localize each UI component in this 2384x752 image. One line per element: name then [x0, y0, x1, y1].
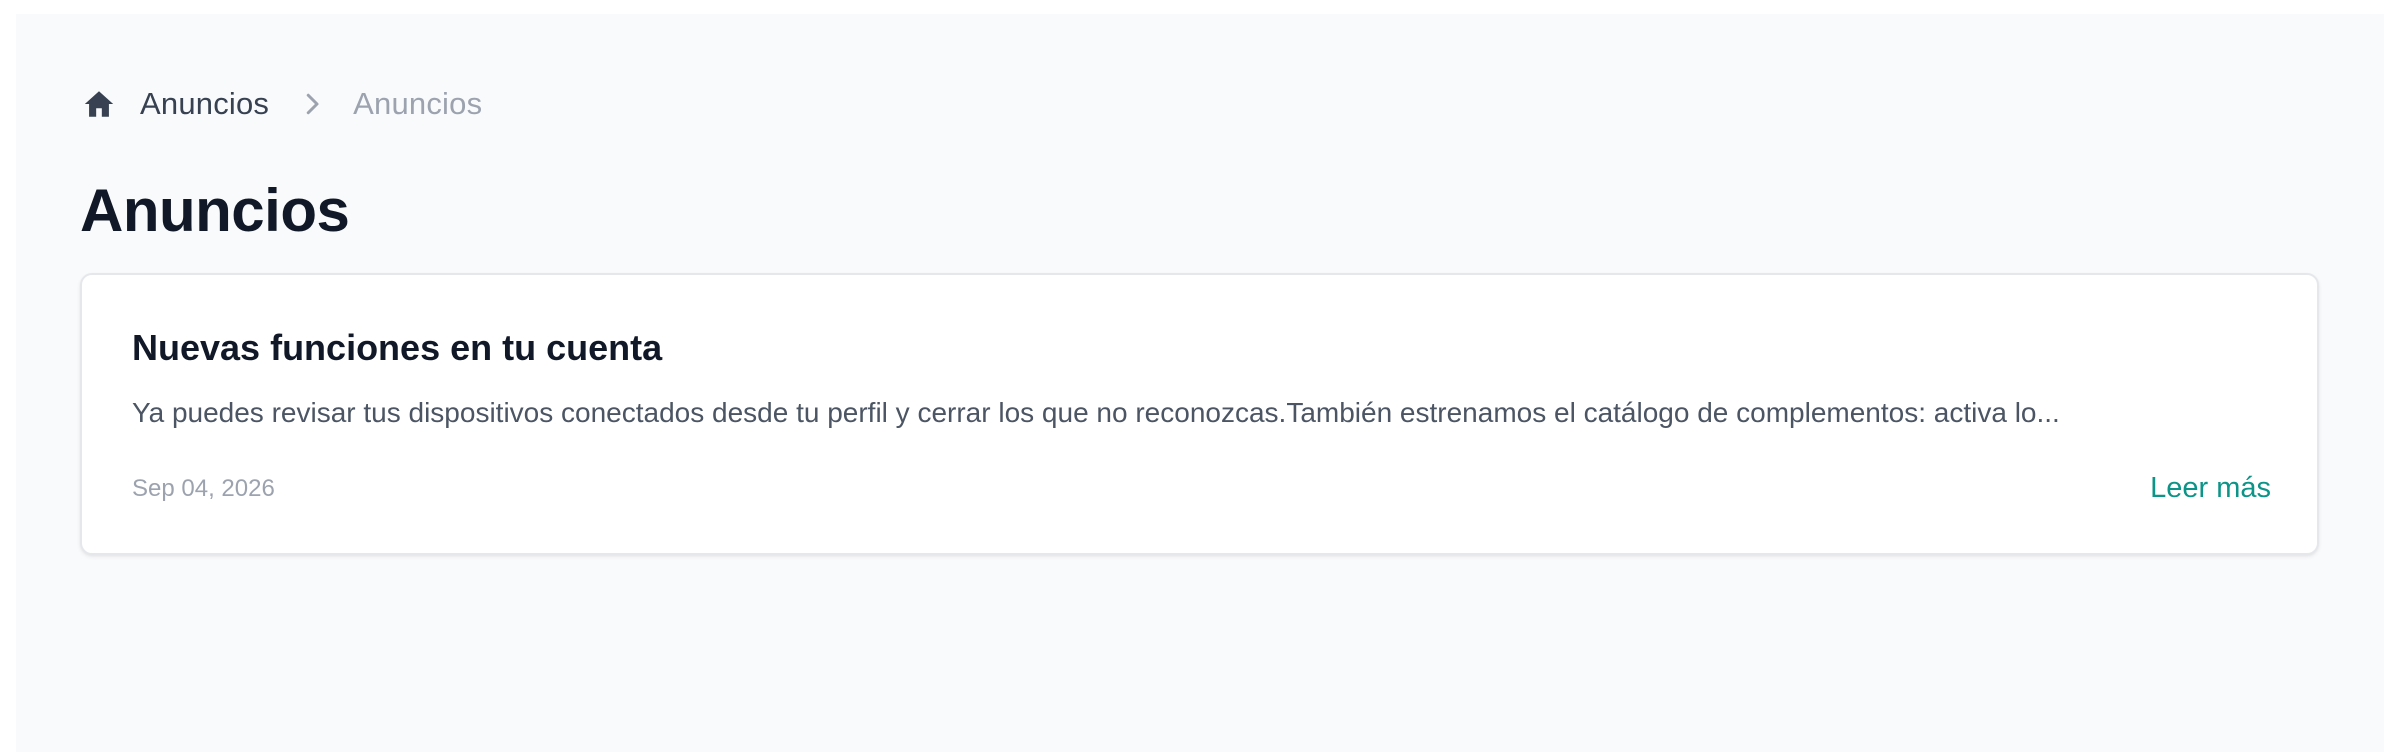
home-icon	[84, 91, 114, 117]
announcement-excerpt: Ya puedes revisar tus dispositivos conec…	[132, 397, 2060, 428]
announcement-card: Nuevas funciones en tu cuenta Ya puedes …	[80, 273, 2319, 555]
read-more-link[interactable]: Leer más	[2150, 468, 2271, 508]
chevron-right-icon	[306, 93, 319, 115]
breadcrumb-current: Anuncios	[353, 86, 483, 121]
page-title: Anuncios	[80, 177, 350, 244]
breadcrumb: Anuncios Anuncios	[82, 84, 482, 124]
breadcrumb-home-label: Anuncios	[140, 86, 270, 121]
main-content: Anuncios Anuncios Anuncios Nuevas funcio…	[16, 14, 2384, 752]
announcement-date: Sep 04, 2026	[132, 475, 275, 502]
breadcrumb-home-link[interactable]: Anuncios	[82, 86, 269, 122]
announcement-title: Nuevas funciones en tu cuenta	[132, 327, 663, 368]
